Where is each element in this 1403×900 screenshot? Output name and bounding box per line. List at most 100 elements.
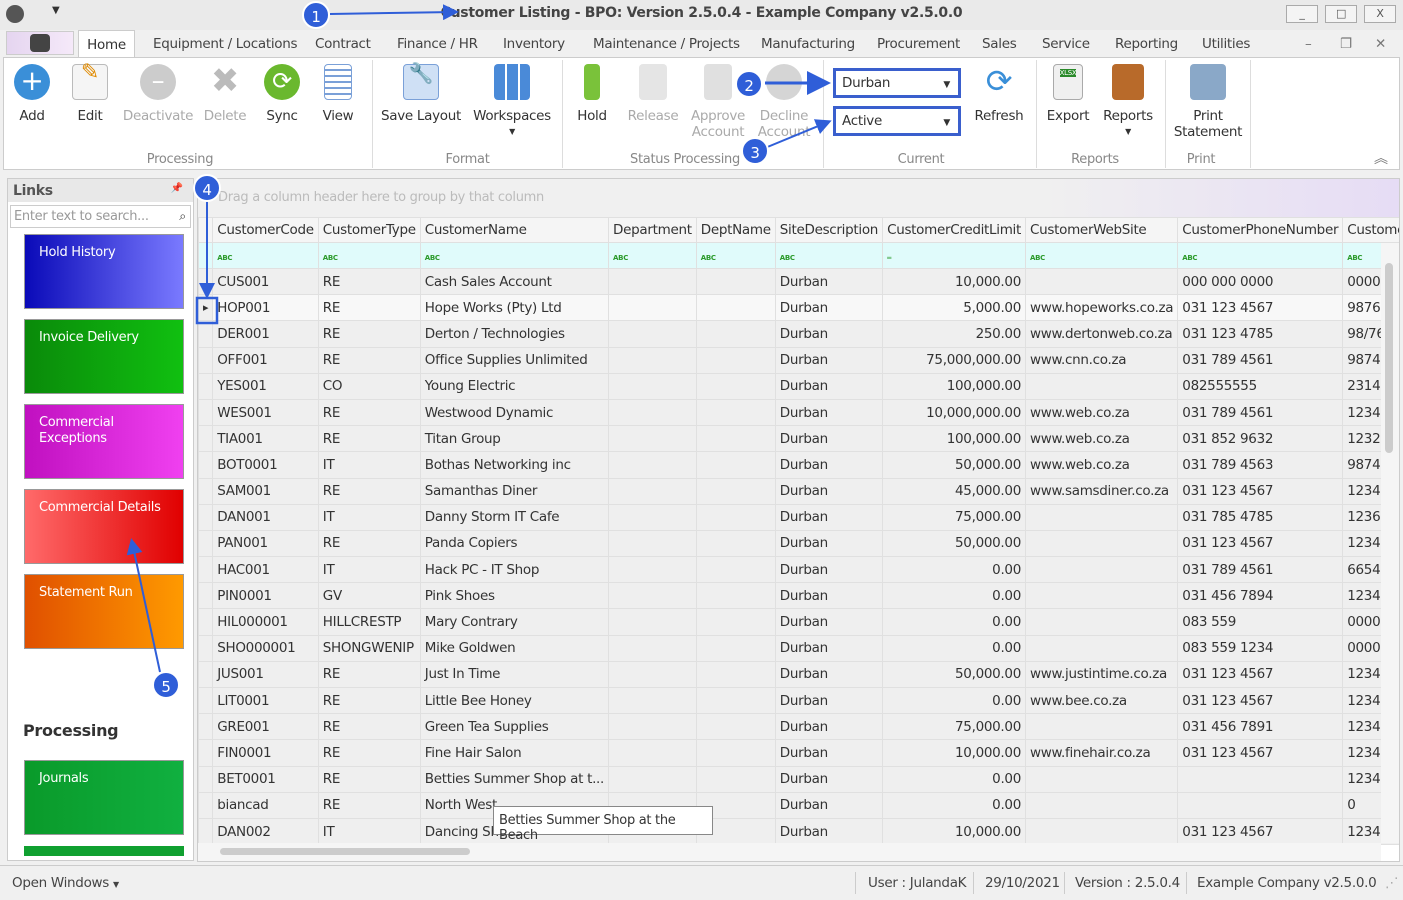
table-cell[interactable]: 75,000.00 [882,713,1027,741]
column-header[interactable]: CustomerVATN [1342,217,1399,243]
column-header[interactable]: Department [608,217,697,243]
table-cell[interactable]: RE [317,660,421,689]
table-cell[interactable]: 083 559 1234 [1177,634,1344,662]
table-cell[interactable]: IT [317,451,421,479]
vertical-scrollbar[interactable] [1381,243,1399,843]
tab-inventory[interactable]: Inventory [503,36,565,52]
table-row[interactable]: SHO000001 SHONGWENIP Mike Goldwen Durban 0.0… [198,634,1399,662]
table-row[interactable]: PAN001 RE Panda Copiers Durban 50,000.00 031 … [198,529,1399,558]
table-cell[interactable]: Durban [774,372,884,400]
table-cell[interactable]: 031 123 4567 [1177,739,1344,767]
table-cell[interactable]: 031 789 4561 [1177,346,1344,374]
table-row[interactable]: TIA001 RE Titan Group Durban 100,000.00 www.w… [198,425,1399,453]
column-filter[interactable]: ═ [882,242,1027,269]
delete-button[interactable]: ✖ Delete [203,64,247,124]
table-cell[interactable]: Durban [774,529,884,558]
table-cell[interactable]: Bothas Networking inc [419,451,610,479]
row-indicator[interactable] [198,529,214,558]
table-cell[interactable]: Betties Summer Shop at t... [419,765,610,793]
tab-manufacturing[interactable]: Manufacturing [761,36,855,52]
table-cell[interactable] [1025,529,1179,558]
table-cell[interactable]: IT [317,817,421,846]
table-cell[interactable]: 031 123 4567 [1177,477,1344,505]
tab-maintenance[interactable]: Maintenance / Projects [593,36,740,52]
column-filter[interactable]: ABC [695,242,776,269]
table-cell[interactable] [695,267,776,296]
table-cell[interactable] [695,582,776,610]
minimize-button[interactable]: _ [1286,5,1318,23]
export-button[interactable]: XLSX Export [1043,64,1093,124]
table-cell[interactable]: HAC001 [212,556,319,584]
table-cell[interactable] [1177,791,1344,819]
table-cell[interactable] [608,398,697,427]
table-cell[interactable]: RE [317,267,421,296]
table-cell[interactable]: Durban [774,765,884,793]
table-cell[interactable]: www.web.co.za [1025,451,1179,479]
table-cell[interactable] [695,739,776,767]
table-cell[interactable]: Danny Storm IT Cafe [419,503,610,531]
table-row[interactable]: PIN0001 GV Pink Shoes Durban 0.00 031 456 789… [198,582,1399,610]
table-row[interactable]: HIL000001 HILLCRESTP Mary Contrary Durban 0.… [198,608,1399,636]
table-cell[interactable]: BOT0001 [212,451,319,479]
table-cell[interactable]: PAN001 [212,529,319,558]
table-cell[interactable] [608,503,697,531]
column-filter[interactable]: ABC [608,242,697,269]
table-cell[interactable]: Durban [774,451,884,479]
table-cell[interactable]: SAM001 [212,477,319,505]
table-cell[interactable]: www.hopeworks.co.za [1025,294,1179,322]
table-cell[interactable]: RE [317,425,421,453]
table-cell[interactable]: Durban [774,398,884,427]
table-cell[interactable]: WES001 [212,398,319,427]
table-cell[interactable] [695,346,776,374]
column-header[interactable]: CustomerName [419,217,610,243]
table-cell[interactable]: 031 123 4567 [1177,660,1344,689]
table-cell[interactable] [695,425,776,453]
table-cell[interactable]: DAN002 [212,817,319,846]
table-cell[interactable] [608,320,697,348]
table-cell[interactable]: 000 000 0000 [1177,267,1344,296]
table-cell[interactable]: Young Electric [419,372,610,400]
deactivate-button[interactable]: – Deactivate [122,64,194,124]
table-cell[interactable] [695,660,776,689]
table-cell[interactable] [1025,817,1179,846]
table-cell[interactable]: 75,000,000.00 [882,346,1027,374]
tab-equipment[interactable]: Equipment / Locations [153,36,298,52]
row-indicator[interactable] [198,556,214,584]
table-cell[interactable]: Durban [774,346,884,374]
table-cell[interactable]: 50,000.00 [882,660,1027,689]
table-cell[interactable] [695,503,776,531]
table-cell[interactable]: Cash Sales Account [419,267,610,296]
table-cell[interactable]: RE [317,320,421,348]
open-windows-button[interactable]: Open Windows ▼ [12,875,119,891]
table-cell[interactable] [1177,765,1344,793]
table-cell[interactable]: www.cnn.co.za [1025,346,1179,374]
table-row[interactable]: SAM001 RE Samanthas Diner Durban 45,000.00 ww… [198,477,1399,505]
table-cell[interactable] [695,451,776,479]
resize-grip-icon[interactable]: ⋰ [1385,875,1399,891]
column-header[interactable]: DeptName [695,217,776,243]
table-row[interactable]: LIT0001 RE Little Bee Honey Durban 0.00 www.b… [198,686,1399,715]
close-button[interactable]: X [1364,5,1396,23]
table-cell[interactable] [1025,765,1179,793]
table-cell[interactable] [695,765,776,793]
table-cell[interactable] [695,294,776,322]
table-cell[interactable]: GV [317,582,421,610]
table-row[interactable]: JUS001 RE Just In Time Durban 50,000.00 www.j… [198,660,1399,689]
horizontal-scrollbar[interactable] [198,843,1381,861]
tab-procurement[interactable]: Procurement [877,36,960,52]
print-statement-button[interactable]: Print Statement [1172,64,1244,140]
table-row[interactable]: OFF001 RE Office Supplies Unlimited Durban 7… [198,346,1399,374]
links-search-input[interactable]: Enter text to search... ⌕ [10,205,191,228]
save-layout-button[interactable]: 🔧 Save Layout [380,63,462,124]
row-indicator[interactable] [198,372,214,400]
table-cell[interactable] [1025,372,1179,400]
table-cell[interactable] [695,372,776,400]
table-cell[interactable]: Green Tea Supplies [419,713,610,741]
table-cell[interactable]: Durban [774,739,884,767]
column-header[interactable]: CustomerWebSite [1025,217,1179,243]
tile-journals[interactable]: Journals [24,760,184,835]
table-cell[interactable] [608,346,697,374]
table-cell[interactable]: 100,000.00 [882,372,1027,400]
table-cell[interactable]: HILLCRESTP [317,608,421,636]
row-indicator[interactable] [198,320,214,348]
